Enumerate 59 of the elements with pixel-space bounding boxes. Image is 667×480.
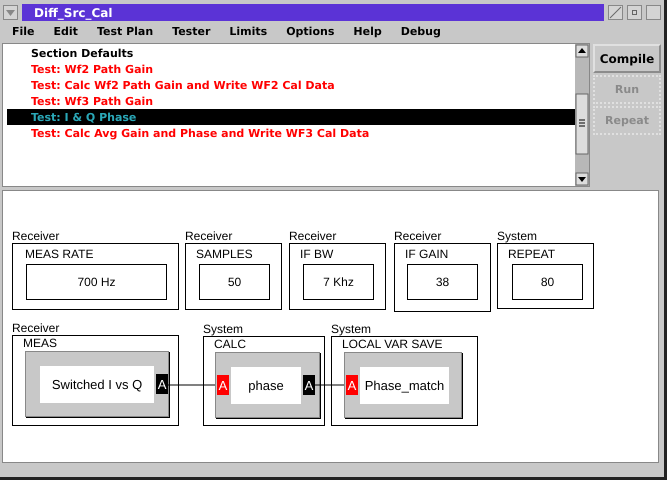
menu-item[interactable]: File bbox=[12, 24, 35, 38]
block-group-label: Receiver bbox=[289, 229, 338, 243]
block-group-label: System bbox=[497, 229, 538, 243]
parameter-block[interactable]: IF BW 7 Khz bbox=[289, 243, 386, 310]
block-group-label: Receiver bbox=[185, 229, 234, 243]
test-list-item[interactable]: Test: Calc Wf2 Path Gain and Write WF2 Cal Data bbox=[7, 77, 575, 93]
block-group-label: Receiver bbox=[12, 321, 60, 335]
menu-item[interactable]: Edit bbox=[54, 24, 78, 38]
parameter-name: IF BW bbox=[300, 247, 334, 261]
parameter-value[interactable]: 38 bbox=[407, 264, 478, 300]
parameter-block[interactable]: SAMPLES 50 bbox=[185, 243, 282, 310]
menu-item[interactable]: Limits bbox=[229, 24, 268, 38]
test-list-item[interactable]: Test: Calc Avg Gain and Phase and Write WF3 Cal Data bbox=[7, 125, 575, 141]
window-title: Diff_Src_Cal bbox=[22, 4, 604, 21]
parameter-name: IF GAIN bbox=[405, 247, 450, 261]
function-value: phase bbox=[231, 366, 301, 404]
parameter-value[interactable]: 80 bbox=[512, 264, 583, 300]
menu-item[interactable]: Tester bbox=[172, 24, 210, 38]
test-list-item[interactable]: Test: Wf3 Path Gain bbox=[7, 93, 575, 109]
maximize-icon[interactable] bbox=[646, 5, 661, 20]
function-value: Phase_match bbox=[360, 366, 449, 404]
menu-item[interactable]: Help bbox=[353, 24, 382, 38]
function-value: Switched I vs Q bbox=[40, 366, 154, 402]
output-port[interactable]: A bbox=[303, 375, 315, 395]
function-block[interactable]: LOCAL VAR SAVE A Phase_match bbox=[331, 336, 478, 426]
block-group-label: System bbox=[331, 322, 372, 336]
parameter-block[interactable]: MEAS RATE 700 Hz bbox=[12, 243, 179, 310]
minimize-icon[interactable] bbox=[627, 5, 642, 20]
resize-icon[interactable] bbox=[608, 5, 623, 20]
parameter-name: MEAS RATE bbox=[25, 247, 94, 261]
parameter-value[interactable]: 700 Hz bbox=[26, 264, 167, 300]
menu-item[interactable]: Debug bbox=[400, 24, 441, 38]
parameter-name: REPEAT bbox=[508, 247, 556, 261]
parameter-value[interactable]: 50 bbox=[199, 264, 270, 300]
function-block[interactable]: MEAS Switched I vs Q A bbox=[12, 335, 179, 426]
toolbar-button[interactable]: Compile bbox=[593, 44, 661, 73]
block-group-label: Receiver bbox=[394, 229, 442, 243]
test-list-item[interactable]: Test: Wf2 Path Gain bbox=[7, 61, 575, 77]
input-port[interactable]: A bbox=[346, 375, 358, 395]
function-name: CALC bbox=[214, 337, 248, 351]
test-list-item[interactable]: Section Defaults bbox=[7, 45, 575, 61]
scrollbar[interactable] bbox=[575, 44, 589, 186]
menu-item[interactable]: Options bbox=[286, 24, 334, 38]
output-port[interactable]: A bbox=[156, 374, 168, 394]
parameter-value[interactable]: 7 Khz bbox=[303, 264, 374, 300]
function-block[interactable]: CALC A phase A bbox=[203, 336, 325, 426]
block-group-label: Receiver bbox=[12, 229, 60, 243]
connector-line bbox=[312, 384, 344, 386]
window-menu-icon[interactable] bbox=[3, 5, 18, 20]
parameter-block[interactable]: IF GAIN 38 bbox=[394, 243, 491, 312]
function-name: LOCAL VAR SAVE bbox=[342, 337, 444, 351]
block-group-label: System bbox=[203, 322, 244, 336]
function-name: MEAS bbox=[23, 336, 58, 350]
parameter-block[interactable]: REPEAT 80 bbox=[497, 243, 594, 309]
test-list-item[interactable]: Test: I & Q Phase bbox=[7, 109, 575, 125]
menu-item[interactable]: Test Plan bbox=[96, 24, 154, 38]
connector-line bbox=[166, 384, 216, 386]
parameter-name: SAMPLES bbox=[196, 247, 254, 261]
input-port[interactable]: A bbox=[217, 375, 229, 395]
